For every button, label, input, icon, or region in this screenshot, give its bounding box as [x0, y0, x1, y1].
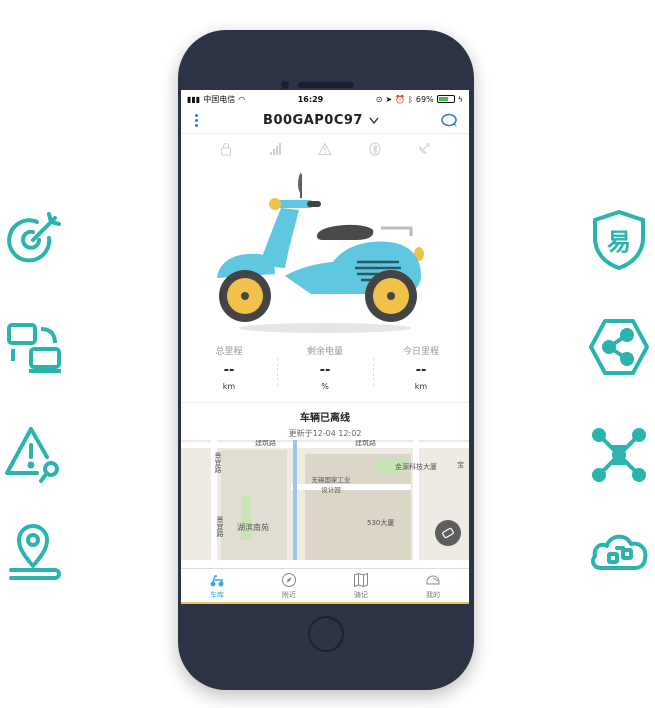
- status-bar: ▮▮▮ 中国电信 ◠ 16:29 ⊙ ➤ ⏰ ᛒ 69% ϟ: [181, 90, 469, 108]
- vehicle-status-icons: [181, 134, 469, 164]
- charging-icon: ϟ: [457, 94, 463, 104]
- stat-today-mileage: 今日里程 -- km: [373, 342, 469, 402]
- location-arrow-icon: ➤: [385, 94, 393, 104]
- map-label-street: 景宜路: [214, 452, 222, 473]
- tab-label: 附近: [282, 590, 296, 599]
- cloud-sync-icon: [584, 515, 654, 585]
- clock: 16:29: [297, 94, 324, 104]
- warning-icon: [318, 142, 332, 155]
- map-label-road: 建筑路: [355, 440, 376, 447]
- network-icon: [584, 420, 654, 490]
- signal-icon: [270, 143, 282, 155]
- vehicle-status-title: 车辆已离线: [300, 413, 350, 424]
- map-road: [181, 442, 469, 448]
- scooter-icon: [210, 574, 224, 586]
- compass-icon: [282, 572, 296, 587]
- map-journal-icon: [354, 572, 368, 587]
- stat-label: 剩余电量: [306, 347, 343, 357]
- speaker-grille: [298, 82, 354, 88]
- map-label-industrial-park: 无锡国家工业设计园: [311, 476, 351, 494]
- map-label-building: 530大厦: [367, 519, 395, 527]
- devices-icon: [0, 312, 70, 382]
- stat-total-mileage: 总里程 -- km: [181, 342, 277, 402]
- map-river: [293, 440, 297, 560]
- scooter-illustration: [181, 164, 469, 342]
- map-block: [221, 450, 287, 560]
- battery-icon: [436, 95, 455, 103]
- alarm-icon: ⏰: [395, 94, 406, 104]
- stat-unit: %: [321, 382, 329, 391]
- tab-nearby[interactable]: 附近: [253, 569, 325, 602]
- location-pin-icon: [0, 515, 70, 585]
- map-label-poi: 宝: [457, 461, 464, 469]
- orientation-lock-icon: ⊙: [375, 94, 383, 104]
- map-locate-button[interactable]: [435, 520, 461, 546]
- map-label-building: 金源科技大厦: [395, 463, 437, 471]
- map-label-street: 景宜路: [216, 516, 224, 537]
- chevron-down-icon: [369, 117, 379, 124]
- map-label-road: 建筑路: [255, 440, 276, 447]
- map-view[interactable]: 建筑路 建筑路 景宜路 景宜路 湖滨南苑 无锡国家工业设计园 530大厦 金源科…: [181, 440, 469, 560]
- helmet-icon: [426, 575, 440, 584]
- stat-label: 总里程: [215, 347, 243, 357]
- carrier-label: 中国电信: [203, 94, 236, 104]
- map-road: [413, 440, 419, 560]
- stat-value: --: [223, 363, 235, 378]
- tab-ride-log[interactable]: 骑记: [325, 569, 397, 602]
- wifi-icon: ◠: [238, 94, 246, 104]
- map-label-park: 湖滨南苑: [237, 523, 269, 532]
- share-hexagon-icon: [584, 312, 654, 382]
- battery-percent: 69%: [415, 94, 434, 104]
- map-green-area: [241, 496, 251, 540]
- last-updated-text: 更新于12-04 12:02: [288, 429, 362, 438]
- nav-bar: B00GAP0C97: [181, 108, 469, 134]
- tab-label: 我的: [426, 590, 440, 599]
- target-icon: [0, 205, 70, 275]
- vehicle-status-panel: 车辆已离线 更新于12-04 12:02: [181, 402, 469, 440]
- map-road: [291, 484, 411, 490]
- front-camera: [281, 81, 289, 89]
- stat-label: 今日里程: [402, 347, 439, 357]
- tab-profile[interactable]: 我的: [397, 569, 469, 602]
- bluetooth-status-icon: ᛒ: [408, 94, 413, 104]
- vehicle-id: B00GAP0C97: [263, 113, 363, 128]
- stat-unit: km: [414, 382, 428, 391]
- stat-remaining-battery: 剩余电量 -- %: [277, 342, 373, 402]
- tab-garage[interactable]: 车库: [181, 569, 253, 602]
- stat-value: --: [415, 363, 427, 378]
- svg-text:易: 易: [607, 228, 631, 256]
- scooter-image: [217, 172, 424, 333]
- tab-label: 车库: [210, 590, 224, 599]
- bluetooth-icon: [369, 142, 381, 156]
- chat-icon[interactable]: [441, 113, 459, 129]
- lock-icon: [220, 143, 231, 156]
- home-button[interactable]: [308, 616, 344, 652]
- stat-value: --: [319, 363, 331, 378]
- vehicle-selector[interactable]: B00GAP0C97: [263, 113, 379, 128]
- shield-yi-icon: 易: [584, 205, 654, 275]
- satellite-icon: [419, 143, 430, 154]
- more-menu-icon[interactable]: [191, 114, 201, 127]
- stat-unit: km: [222, 382, 236, 391]
- cell-signal-icon: ▮▮▮: [187, 94, 201, 104]
- app-screen: ▮▮▮ 中国电信 ◠ 16:29 ⊙ ➤ ⏰ ᛒ 69% ϟ B00GAP0C9…: [181, 90, 469, 604]
- alert-search-icon: [0, 420, 70, 490]
- tab-bar: 车库 附近 骑记 我的: [181, 568, 469, 604]
- stats-row: 总里程 -- km 剩余电量 -- % 今日里程 -- km: [181, 342, 469, 402]
- scooter-small-icon: [442, 527, 454, 539]
- tab-label: 骑记: [354, 590, 368, 599]
